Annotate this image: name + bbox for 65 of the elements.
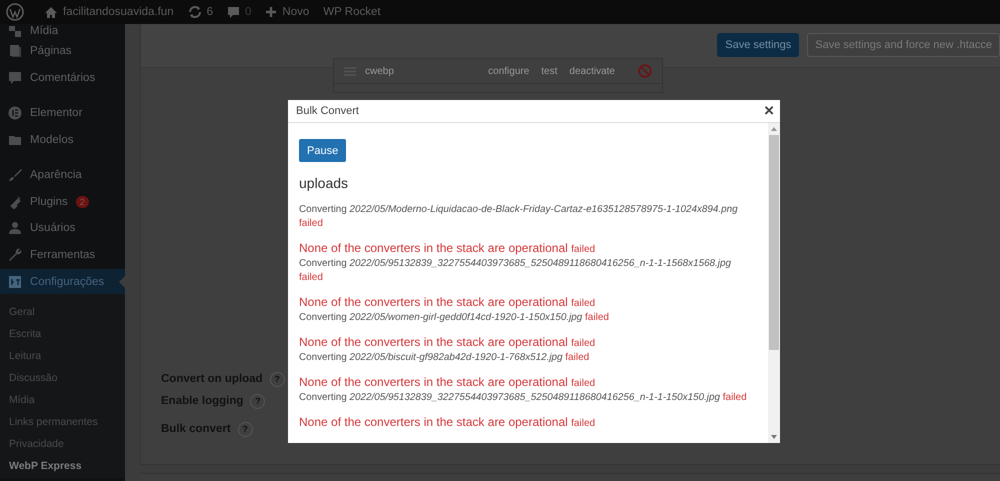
section-heading: uploads [299, 175, 350, 191]
submenu-item[interactable]: Privacidade [0, 434, 125, 456]
comment-icon [227, 6, 240, 18]
sidebar-item[interactable]: Usuários [0, 215, 125, 242]
submenu-item[interactable]: Mídia [0, 390, 125, 412]
save-settings-button[interactable]: Save settings [717, 33, 800, 57]
home-icon [44, 6, 58, 18]
submenu-item[interactable]: Escrita [0, 324, 125, 346]
plug-icon [8, 194, 22, 209]
update-count-badge: 2 [76, 196, 89, 208]
dialog-title: Bulk Convert [296, 105, 359, 117]
refresh-icon [188, 5, 202, 19]
scroll-up-icon[interactable] [771, 127, 777, 131]
prohibited-icon [638, 64, 652, 78]
sidebar-item[interactable]: Comentários [0, 64, 125, 91]
converter-action-link[interactable]: deactivate [569, 66, 615, 76]
media-icon [8, 24, 22, 38]
sidebar-item[interactable]: Plugins 2 [0, 188, 125, 215]
submenu-item[interactable]: WebP Express [0, 456, 125, 478]
converter-action-link[interactable]: test [541, 66, 558, 76]
submenu-item[interactable]: Links permanentes [0, 412, 125, 434]
save-force-htaccess-button[interactable]: Save settings and force new .htacce [807, 33, 1000, 57]
converting-message: Converting 2022/05/women-girl-gedd0f14cd-1920-1-150x150.jpg failed [299, 311, 610, 325]
converting-message: Converting 2022/05/Moderno-Liquidacao-de-Black-Friday-Cartaz-e1635128578975-1-1024x894.png failed [299, 203, 739, 231]
sidebar-item[interactable]: Elementor [0, 100, 125, 126]
sidebar-item[interactable]: Modelos [0, 126, 125, 153]
comment-icon [8, 70, 22, 85]
plus-icon [265, 6, 278, 18]
pause-button[interactable]: Pause [299, 139, 346, 162]
updates-link[interactable]: 6 [188, 5, 214, 19]
error-message: None of the converters in the stack are operational failed [299, 295, 596, 311]
wrench-icon [8, 248, 22, 262]
submenu-item[interactable]: Leitura [0, 346, 125, 368]
error-message: None of the converters in the stack are operational failed [299, 415, 596, 431]
new-link[interactable]: Novo [265, 6, 310, 18]
error-message: None of the converters in the stack are operational failed [299, 375, 596, 391]
scrollbar-thumb[interactable] [769, 135, 779, 350]
scroll-down-icon[interactable] [771, 435, 777, 439]
elementor-icon [8, 106, 22, 120]
help-icon[interactable]: ? [238, 422, 253, 436]
scrollbar[interactable] [768, 123, 780, 443]
site-link[interactable]: facilitandosuavida.fun [44, 6, 174, 18]
settings-icon [8, 274, 22, 288]
wordpress-logo-icon[interactable] [6, 3, 24, 21]
error-message: None of the converters in the stack are operational failed [299, 335, 596, 351]
converting-message: Converting 2022/05/95132839_3227554403973685_5250489118680416256_n-1-1-150x150.jpg failed [299, 391, 748, 405]
converting-message: Converting 2022/05/biscuit-gf982ab42d-1920-1-768x512.jpg failed [299, 351, 590, 365]
help-icon[interactable]: ? [250, 394, 266, 408]
sidebar-item[interactable]: Mídia [0, 24, 125, 38]
pages-icon [8, 44, 22, 58]
close-button[interactable]: × [764, 103, 774, 119]
sidebar-item[interactable]: Configurações [0, 269, 125, 294]
converter-name: cwebp [365, 66, 395, 76]
sidebar-item[interactable]: Aparência [0, 162, 125, 188]
plugin-link[interactable]: WP Rocket [323, 6, 381, 18]
converting-message: Converting 2022/05/95132839_3227554403973685_5250489118680416256_n-1-1-1568x1568.jpg failed [299, 257, 732, 285]
user-icon [8, 221, 22, 236]
brush-icon [8, 168, 22, 182]
help-icon[interactable]: ? [270, 372, 285, 386]
converter-action-link[interactable]: configure [488, 66, 530, 76]
sidebar-item[interactable]: Páginas [0, 38, 125, 64]
sidebar-item[interactable]: Ferramentas [0, 242, 125, 268]
submenu-item[interactable]: Discussão [0, 368, 125, 390]
error-message: None of the converters in the stack are operational failed [299, 241, 596, 257]
submenu-item[interactable]: Geral [0, 302, 125, 324]
